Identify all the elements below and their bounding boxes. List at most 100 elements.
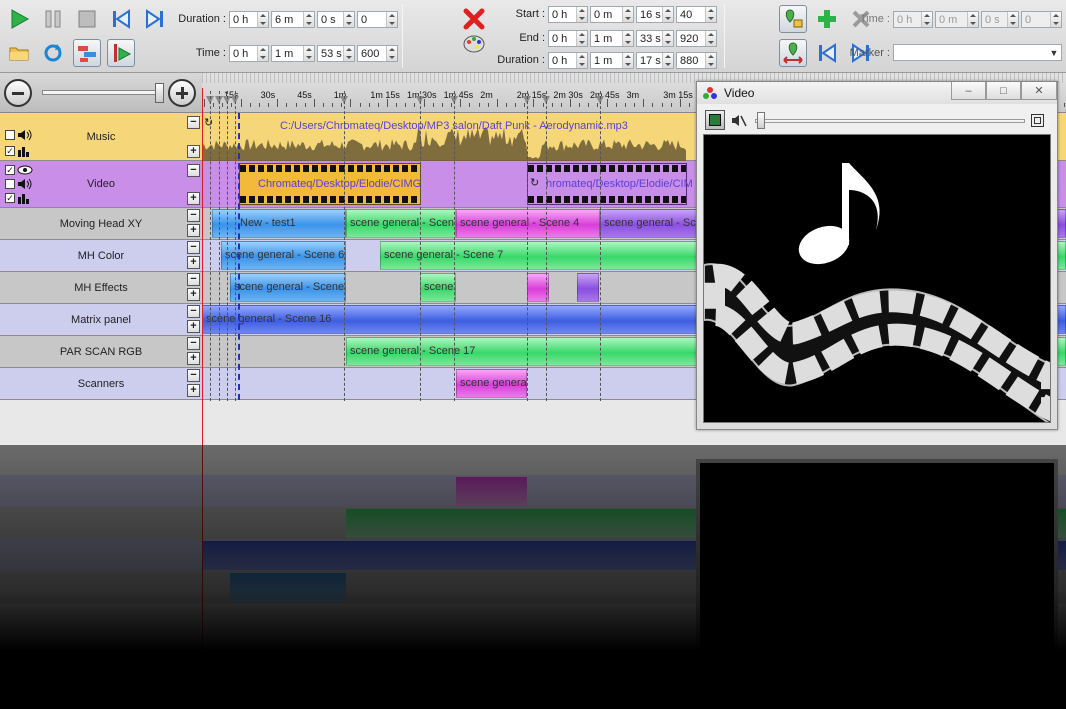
track-header-video[interactable]: ✓ ✓ Video − + (0, 161, 202, 208)
play-button[interactable] (5, 5, 33, 33)
marker-select[interactable]: ▼ (893, 44, 1062, 61)
refresh-button[interactable] (39, 39, 67, 67)
marker-line (546, 91, 547, 401)
expand-button[interactable]: + (187, 192, 200, 205)
time-minutes-field[interactable]: 1 m (271, 45, 315, 62)
scene-block[interactable]: scene general (456, 369, 527, 398)
video-volume-slider[interactable] (755, 119, 1025, 123)
collapse-button[interactable]: − (187, 305, 200, 318)
scene-block[interactable]: New - test1 (212, 209, 346, 238)
ruler-tick (606, 99, 608, 107)
refresh-icon (44, 44, 62, 62)
expand-button[interactable]: + (187, 352, 200, 365)
duration-seconds-field[interactable]: 0 s (317, 11, 355, 28)
ruler-tick (258, 103, 260, 107)
scene-block[interactable]: scene general - Scene (346, 209, 456, 238)
collapse-button[interactable]: − (187, 337, 200, 350)
expand-button[interactable]: + (187, 224, 200, 237)
start-hours-field[interactable]: 0 h (548, 6, 588, 23)
duration-hours-field[interactable]: 0 h (229, 11, 269, 28)
track-header-music[interactable]: ✓ Music − + (0, 113, 202, 161)
track-header-matrix-panel[interactable]: Matrix panel − + (0, 304, 202, 336)
marker-minutes-field[interactable]: 0 m (935, 11, 979, 28)
time-hours-field[interactable]: 0 h (229, 45, 269, 62)
scene-block[interactable]: scene (420, 273, 456, 302)
delete-button[interactable] (460, 5, 488, 33)
show-waveform-checkbox[interactable]: ✓ (5, 146, 15, 156)
selection-duration-hours-field[interactable]: 0 h (548, 52, 588, 69)
zoom-out-button[interactable] (4, 79, 32, 107)
marker-ms-field[interactable]: 0 (1021, 11, 1062, 28)
collapse-button[interactable]: − (187, 273, 200, 286)
scene-block-label: scene general - Scene 7 (384, 249, 504, 261)
expand-button[interactable]: + (187, 384, 200, 397)
video-clip[interactable]: Chromateq/Desktop/Elodie/CIMG (239, 163, 421, 205)
selection-duration-seconds-field[interactable]: 17 s (636, 52, 674, 69)
expand-button[interactable]: + (187, 145, 200, 158)
time-ms-field[interactable]: 600 (357, 45, 398, 62)
folder-icon (9, 47, 29, 61)
ruler-tick (304, 103, 306, 107)
mute-speaker-icon[interactable] (731, 114, 747, 128)
collapse-button[interactable]: − (187, 369, 200, 382)
fullscreen-button[interactable] (1031, 114, 1044, 127)
time-seconds-field[interactable]: 53 s (317, 45, 355, 62)
marker-seconds-field[interactable]: 0 s (981, 11, 1019, 28)
scene-block[interactable]: scene general - Scene (230, 273, 346, 302)
start-ms-field[interactable]: 40 (676, 6, 717, 23)
mute-checkbox[interactable] (5, 179, 15, 189)
playhead[interactable] (202, 88, 203, 445)
start-minutes-field[interactable]: 0 m (590, 6, 634, 23)
marker-lock-button[interactable] (779, 5, 807, 33)
duration-minutes-field[interactable]: 6 m (271, 11, 315, 28)
duration-ms-field[interactable]: 0 (357, 11, 398, 28)
expand-button[interactable]: + (187, 288, 200, 301)
end-ms-field[interactable]: 920 (676, 30, 717, 47)
marker-previous-button[interactable] (813, 39, 841, 67)
record-play-button[interactable] (107, 39, 135, 67)
maximize-button[interactable]: □ (986, 82, 1021, 100)
open-folder-button[interactable] (5, 39, 33, 67)
selection-duration-minutes-field[interactable]: 1 m (590, 52, 634, 69)
end-seconds-field[interactable]: 33 s (636, 30, 674, 47)
visible-checkbox[interactable]: ✓ (5, 165, 15, 175)
show-waveform-checkbox[interactable]: ✓ (5, 193, 15, 203)
expand-button[interactable]: + (187, 256, 200, 269)
minimize-button[interactable]: ‒ (951, 82, 986, 100)
selection-duration-ms-field[interactable]: 880 (676, 52, 717, 69)
collapse-button[interactable]: − (187, 116, 200, 129)
expand-button[interactable]: + (187, 320, 200, 333)
stop-button[interactable] (73, 5, 101, 33)
video-volume-handle[interactable] (757, 112, 765, 129)
track-header-mh-color[interactable]: MH Color − + (0, 240, 202, 272)
equalizer-icon (18, 147, 29, 157)
end-hours-field[interactable]: 0 h (548, 30, 588, 47)
video-window-titlebar[interactable]: Video ‒ □ ✕ (697, 82, 1057, 104)
zoom-slider[interactable] (42, 90, 162, 95)
track-header-scanners[interactable]: Scanners − + (0, 368, 202, 400)
mute-checkbox[interactable] (5, 130, 15, 140)
close-button[interactable]: ✕ (1021, 82, 1057, 100)
video-window: Video ‒ □ ✕ (696, 81, 1058, 430)
video-mode-button[interactable] (705, 110, 725, 130)
video-clip[interactable]: ↻ hromateq/Desktop/Elodie/CIM (527, 163, 693, 205)
end-minutes-field[interactable]: 1 m (590, 30, 634, 47)
scene-block[interactable]: scene general - Scene 4 (456, 209, 600, 238)
collapse-button[interactable]: − (187, 241, 200, 254)
scene-block[interactable] (577, 273, 599, 302)
start-seconds-field[interactable]: 16 s (636, 6, 674, 23)
marker-move-button[interactable] (779, 39, 807, 67)
add-marker-button[interactable] (813, 5, 841, 33)
zoom-slider-handle[interactable] (155, 83, 164, 103)
zoom-in-button[interactable] (168, 79, 196, 107)
collapse-button[interactable]: − (187, 164, 200, 177)
skip-start-button[interactable] (107, 5, 135, 33)
pause-button[interactable] (39, 5, 67, 33)
tracks-button[interactable] (73, 39, 101, 67)
collapse-button[interactable]: − (187, 209, 200, 222)
marker-hours-field[interactable]: 0 h (893, 11, 933, 28)
track-header-moving-head-xy[interactable]: Moving Head XY − + (0, 208, 202, 240)
track-header-par-scan-rgb[interactable]: PAR SCAN RGB − + (0, 336, 202, 368)
ruler-label: 3m (626, 90, 640, 100)
track-header-mh-effects[interactable]: MH Effects − + (0, 272, 202, 304)
